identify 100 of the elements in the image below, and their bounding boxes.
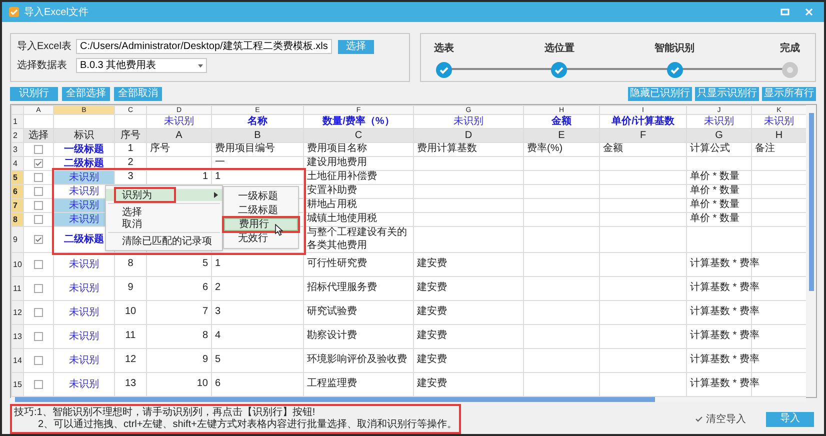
field-label: 选择数据表 <box>17 58 68 73</box>
step-label: 智能识别 <box>654 42 695 56</box>
table-cell: 计算基数 * 费率 <box>690 258 760 270</box>
table-cell: 单价 * 数量 <box>690 199 740 210</box>
table-cell: 序号 <box>150 143 170 154</box>
step-label: 选表 <box>434 42 454 56</box>
table-cell: 建安费 <box>417 330 447 342</box>
checkbox[interactable] <box>34 380 43 389</box>
menu-item[interactable]: 识别为 <box>106 189 222 201</box>
table-cell: 城镇土地使用税 <box>307 213 377 224</box>
table-cell: 9 <box>128 282 134 294</box>
table-cell: 3 <box>215 306 221 318</box>
field-label: 导入Excel表 <box>17 40 72 54</box>
menu-item[interactable]: 二级标题 <box>224 204 298 217</box>
checkbox[interactable] <box>34 173 43 182</box>
step-label: 完成 <box>780 41 800 56</box>
table-cell: 计算公式 <box>690 143 730 154</box>
checkbox[interactable] <box>34 159 43 168</box>
vertical-scrollbar[interactable] <box>806 105 816 397</box>
menu-item[interactable]: 清除已匹配的记录项 <box>106 235 222 247</box>
table-cell: 10 <box>124 306 136 318</box>
column-header: F <box>640 130 646 140</box>
checkbox[interactable] <box>34 260 43 269</box>
table-cell: 金额 <box>603 143 623 154</box>
table-cell: 建安费 <box>417 378 447 390</box>
menu-item[interactable]: 选择 <box>106 206 222 218</box>
checkbox-label[interactable]: 清空导入 <box>706 412 746 426</box>
table-cell: 1 <box>215 171 221 182</box>
table-cell: 5 <box>215 354 221 366</box>
table-cell: 工程监理费 <box>307 378 357 390</box>
window-title: 导入Excel文件 <box>24 6 88 20</box>
table-cell: 费用计算基数 <box>417 143 477 154</box>
table-cell: 1 <box>215 258 221 270</box>
tip-text: 2、可以通过拖拽、ctrl+左键、shift+左键方式对表格内容进行批量选择、取消和识别行等操作。 <box>37 419 457 431</box>
app-icon <box>8 6 20 18</box>
scrollbar-thumb[interactable] <box>15 397 655 402</box>
table-cell: 一 <box>215 157 225 168</box>
table-cell: 建安费 <box>417 282 447 294</box>
table-cell: 6 <box>215 378 221 390</box>
table-cell: 单价 * 数量 <box>690 213 740 224</box>
table-cell: 费用项目名称 <box>307 143 367 154</box>
menu-item[interactable]: 一级标题 <box>224 190 298 203</box>
table-cell: 1 <box>202 171 208 182</box>
file-path-field[interactable]: C:/Users/Administrator/Desktop/建筑工程二类费模板.xls <box>76 39 332 54</box>
table-cell: 单价 * 数量 <box>690 185 740 196</box>
table-cell: 9 <box>202 354 208 366</box>
table-cell: 可行性研究费 <box>307 258 367 270</box>
checkbox[interactable] <box>34 284 43 293</box>
checkbox[interactable] <box>34 332 43 341</box>
column-header: A <box>176 130 182 140</box>
table-cell: 4 <box>215 330 221 342</box>
table-cell: 环境影响评价及验收费 <box>307 354 407 366</box>
table-cell: 2 <box>215 282 221 294</box>
checkbox[interactable] <box>34 308 43 317</box>
table-cell: 招标代理服务费 <box>307 282 377 294</box>
close-icon[interactable] <box>804 7 814 17</box>
column-header: B <box>254 130 261 140</box>
checkbox[interactable] <box>34 145 43 154</box>
table-cell: 耕地占用税 <box>307 199 357 210</box>
table-cell: 10 <box>196 378 208 390</box>
checkbox[interactable] <box>34 187 43 196</box>
submenu-arrow-icon <box>214 192 218 198</box>
table-cell: 12 <box>124 354 136 366</box>
column-header: 标识 <box>74 130 94 140</box>
table-cell: 计算基数 * 费率 <box>690 306 760 318</box>
table-cell: 勘察设计费 <box>307 330 357 342</box>
table-cell: 建安费 <box>417 258 447 270</box>
cursor-icon <box>275 224 283 236</box>
sheet-dropdown[interactable]: B.0.3 其他费用表 <box>76 58 207 73</box>
table-cell: 与整个工程建设有关的各类其他费用 <box>307 227 407 250</box>
table-cell: 研究试验费 <box>307 306 357 318</box>
table-cell: 13 <box>124 378 136 390</box>
caret-icon <box>198 64 203 68</box>
column-header: C <box>354 130 362 140</box>
row-number[interactable]: 9 <box>13 234 18 244</box>
column-role[interactable]: 名称 <box>248 116 268 126</box>
table-cell: 备注 <box>755 143 775 154</box>
table-cell: 费率(%) <box>527 143 563 154</box>
restore-icon[interactable] <box>780 7 790 17</box>
dropdown-value: B.0.3 其他费用表 <box>80 58 156 73</box>
tip-text: 技巧:1、智能识别不理想时，请手动识别列，再点击【识别行】按钮! <box>14 407 316 418</box>
checkbox[interactable] <box>34 201 43 210</box>
table-cell: 建安费 <box>417 354 447 366</box>
check-icon <box>35 160 42 167</box>
table-cell: 8 <box>128 258 134 270</box>
table-cell: 计算基数 * 费率 <box>690 378 760 390</box>
column-header: E <box>558 130 565 140</box>
menu-item[interactable]: 取消 <box>106 218 222 230</box>
checkbox[interactable] <box>695 415 703 423</box>
check-icon <box>35 236 42 243</box>
scrollbar-thumb[interactable] <box>808 113 814 291</box>
table-cell: 计算基数 * 费率 <box>690 330 760 342</box>
checkbox[interactable] <box>34 235 43 244</box>
table-cell: 单价 * 数量 <box>690 171 740 182</box>
column-header: 序号 <box>120 130 140 140</box>
column-header: D <box>464 130 472 140</box>
checkbox[interactable] <box>34 215 43 224</box>
table-cell: 建安费 <box>417 306 447 318</box>
table-cell: 5 <box>202 258 208 270</box>
checkbox[interactable] <box>34 356 43 365</box>
